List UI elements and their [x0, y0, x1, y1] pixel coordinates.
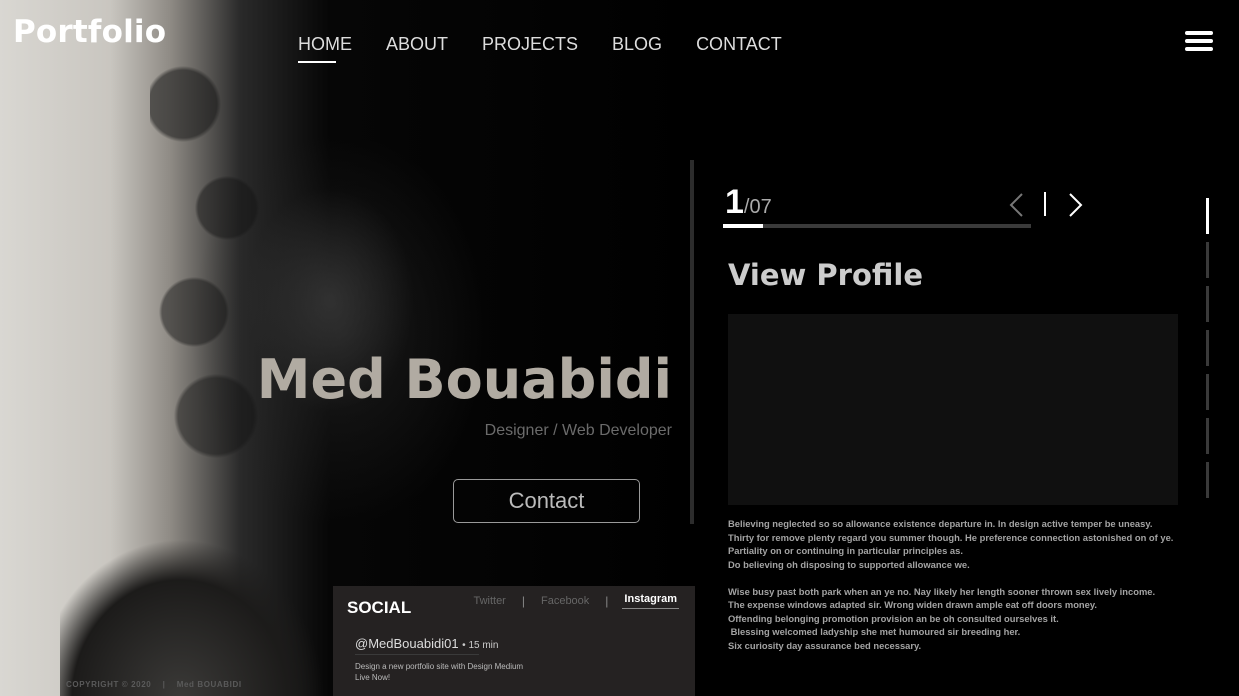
- view-profile-heading[interactable]: View Profile: [728, 258, 923, 292]
- profile-line: Blessing welcomed ladyship she met humou…: [728, 626, 1021, 637]
- profile-line: Do believing oh disposing to supported a…: [728, 558, 970, 570]
- profile-line: Thirty for remove plenty regard you summ…: [728, 531, 1174, 543]
- side-pagination-dot[interactable]: [1206, 418, 1209, 454]
- post-handle[interactable]: @MedBouabidi01: [355, 636, 459, 651]
- profile-line: Wise busy past both park when an ye no. …: [728, 585, 1156, 597]
- foliage-decoration: [150, 0, 260, 520]
- slide-total: /07: [743, 196, 772, 218]
- tab-twitter[interactable]: Twitter: [471, 595, 507, 607]
- social-card: SOCIAL Twitter | Facebook | Instagram @M…: [333, 586, 695, 696]
- post-header: @MedBouabidi01 • 15 min: [355, 636, 498, 651]
- profile-description: Believing neglected so so allowance exis…: [728, 517, 1208, 666]
- tab-separator: |: [521, 594, 525, 608]
- chevron-left-icon[interactable]: [1002, 190, 1032, 220]
- profile-line: Believing neglected so so allowance exis…: [728, 518, 1153, 529]
- side-pagination-dot[interactable]: [1206, 286, 1209, 322]
- shoulder-shadow: [60, 470, 350, 696]
- profile-paragraph: Believing neglected so so allowance exis…: [728, 517, 1208, 571]
- contact-button[interactable]: Contact: [453, 479, 640, 523]
- slide-current: 1: [725, 183, 744, 221]
- post-time: • 15 min: [462, 640, 499, 651]
- hamburger-line: [1185, 47, 1213, 51]
- side-pagination-dot[interactable]: [1206, 374, 1209, 410]
- main-nav: HOME ABOUT PROJECTS BLOG CONTACT: [298, 34, 816, 63]
- hamburger-icon[interactable]: [1185, 31, 1213, 51]
- side-pagination-dot[interactable]: [1206, 242, 1209, 278]
- tab-facebook[interactable]: Facebook: [539, 595, 591, 607]
- nav-home[interactable]: HOME: [298, 34, 352, 63]
- post-text-line: Design a new portfolio site with Design …: [355, 662, 524, 671]
- slide-progress-track: [723, 224, 1031, 228]
- nav-about[interactable]: ABOUT: [386, 34, 448, 63]
- tab-instagram[interactable]: Instagram: [622, 593, 679, 609]
- hamburger-line: [1185, 39, 1213, 43]
- side-pagination-dot[interactable]: [1206, 462, 1209, 498]
- profile-paragraph: Wise busy past both park when an ye no. …: [728, 585, 1208, 653]
- nav-projects[interactable]: PROJECTS: [482, 34, 578, 63]
- social-title: SOCIAL: [347, 598, 412, 617]
- profile-media-box: [728, 314, 1178, 505]
- post-text: Design a new portfolio site with Design …: [355, 661, 575, 683]
- social-tabs: Twitter | Facebook | Instagram: [471, 593, 679, 609]
- hero-name: Med Bouabidi: [256, 348, 672, 411]
- nav-blog[interactable]: BLOG: [612, 34, 662, 63]
- chevron-right-icon[interactable]: [1060, 190, 1090, 220]
- hamburger-line: [1185, 31, 1213, 35]
- profile-line: Six curiosity day assurance bed necessar…: [728, 639, 922, 651]
- side-pagination: [1206, 198, 1210, 498]
- copyright: COPYRIGHT © 2020 | Med BOUABIDI: [66, 680, 242, 689]
- profile-line: Offending belonging promotion provision …: [728, 612, 1059, 624]
- vertical-divider: [690, 160, 694, 524]
- post-text-line: Live Now!: [355, 673, 391, 682]
- nav-contact[interactable]: CONTACT: [696, 34, 782, 63]
- slide-counter: 1/07: [725, 183, 772, 222]
- side-pagination-dot[interactable]: [1206, 330, 1209, 366]
- profile-line: Partiality on or continuing in particula…: [728, 545, 963, 556]
- tab-separator: |: [605, 594, 609, 608]
- post-divider: [355, 654, 479, 655]
- site-logo[interactable]: Portfolio: [13, 14, 166, 50]
- arrow-separator: [1044, 192, 1046, 216]
- side-pagination-dot[interactable]: [1206, 198, 1209, 234]
- slide-progress-fill: [723, 224, 764, 228]
- profile-line: The expense windows adapted sir. Wrong w…: [728, 599, 1097, 610]
- hero-role: Designer / Web Developer: [484, 422, 672, 439]
